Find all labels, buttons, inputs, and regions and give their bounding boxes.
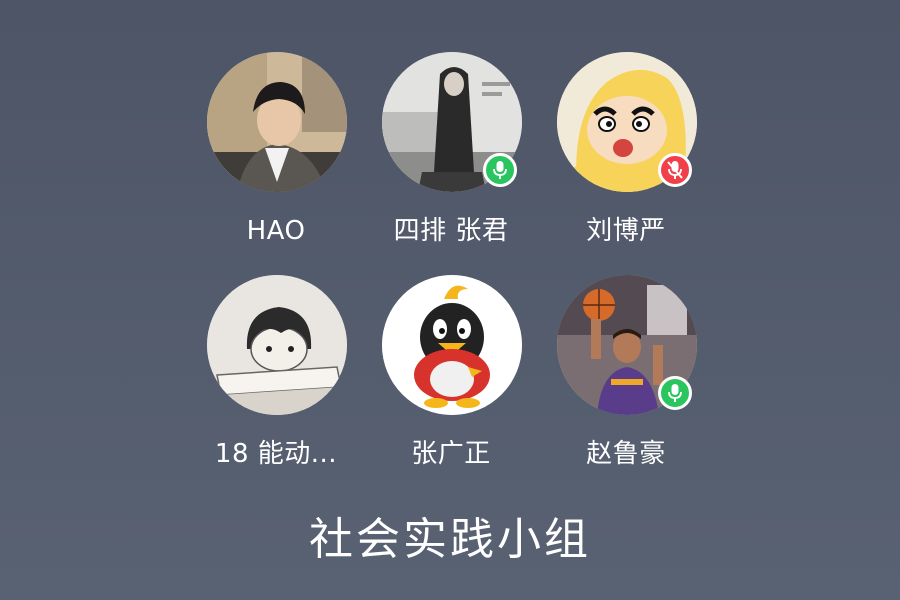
sketch-boy-drawing-icon <box>207 275 347 415</box>
member-zhangjun[interactable]: 四排 张君 <box>361 52 541 272</box>
member-name: 18 能动... <box>214 439 338 469</box>
qq-penguin-icon <box>382 275 522 415</box>
young-man-portrait-icon <box>207 52 347 192</box>
avatar[interactable] <box>207 275 347 415</box>
member-zhaoluhao[interactable]: 赵鲁豪 <box>536 275 716 495</box>
member-zhangguangzheng[interactable]: 张广正 <box>361 275 541 495</box>
member-name: 赵鲁豪 <box>586 439 666 469</box>
member-liuboyan[interactable]: 刘博严 <box>536 52 716 272</box>
microphone-icon <box>668 384 682 402</box>
mic-on-badge <box>658 376 692 410</box>
member-name: 张广正 <box>411 439 491 469</box>
member-18-nengdong[interactable]: 18 能动... <box>186 275 366 495</box>
mic-muted-icon <box>667 161 683 179</box>
avatar[interactable] <box>207 52 347 192</box>
member-name: HAO <box>246 216 306 246</box>
mic-muted-badge <box>658 153 692 187</box>
member-hao[interactable]: HAO <box>186 52 366 272</box>
avatar[interactable] <box>382 275 522 415</box>
member-name: 刘博严 <box>586 216 666 246</box>
group-name-title: 社会实践小组 <box>309 514 591 565</box>
microphone-icon <box>493 161 507 179</box>
member-name: 四排 张君 <box>393 216 509 246</box>
voice-call-grid: HAO 四排 张君 刘博严 18 能动... 张广正 赵鲁豪 <box>0 0 900 600</box>
mic-on-badge <box>483 153 517 187</box>
